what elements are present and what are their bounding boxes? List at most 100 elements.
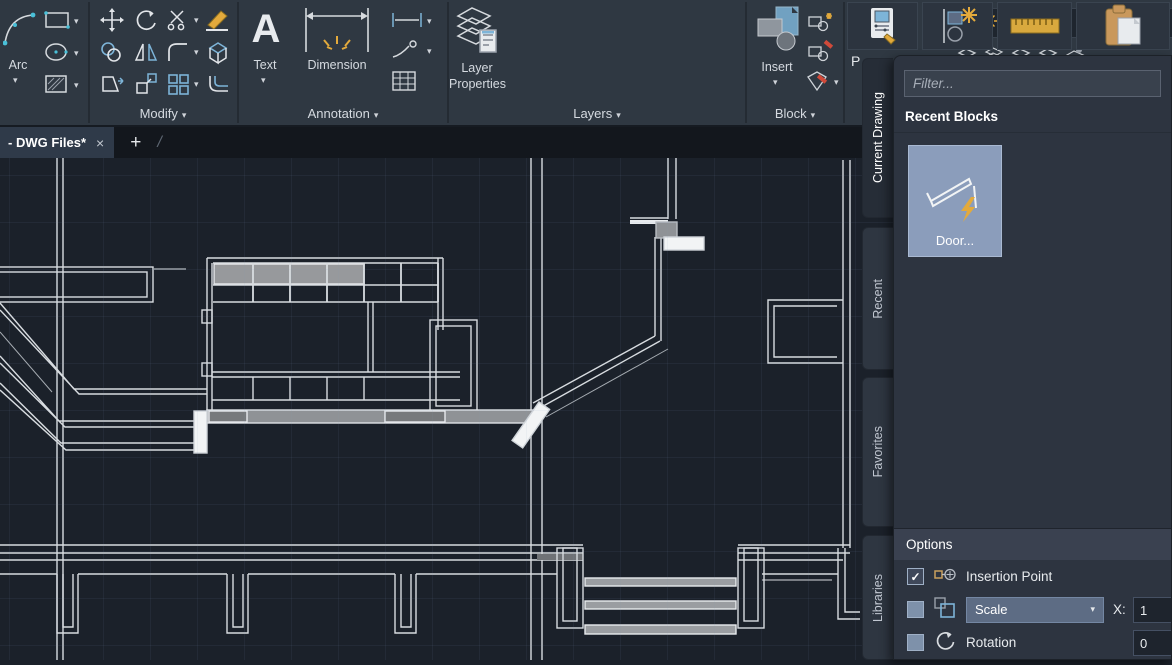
check-icon: ✓ <box>910 570 920 584</box>
scale-dropdown-caret-icon: ▾ <box>1090 605 1095 614</box>
array-caret-icon[interactable]: ▾ <box>194 80 199 89</box>
match-properties-button[interactable] <box>847 2 918 50</box>
scale-dropdown[interactable]: Scale ▾ <box>966 597 1104 623</box>
block-tile-door[interactable]: Door... <box>908 145 1002 257</box>
block-tools-caret-icon[interactable]: ▾ <box>834 78 839 87</box>
stretch-icon[interactable] <box>96 68 128 100</box>
insertion-point-row: ✓ Insertion Point <box>894 560 1171 593</box>
tab-bar-divider: / <box>157 127 161 158</box>
dimension-icon[interactable] <box>294 4 380 56</box>
close-icon[interactable]: × <box>96 135 104 151</box>
scale-option-icon <box>933 596 957 623</box>
scale-dropdown-value: Scale <box>975 602 1008 617</box>
svg-text:▾: ▾ <box>74 80 79 90</box>
text-label[interactable]: Text <box>239 58 291 72</box>
insert-caret-icon[interactable]: ▾ <box>773 78 778 87</box>
measure-button[interactable] <box>997 2 1072 50</box>
palette-tab-recent[interactable]: Recent <box>862 227 893 370</box>
block-caret-icon: ▾ <box>811 110 816 120</box>
match-properties-icon <box>863 6 903 46</box>
insert-label[interactable]: Insert <box>747 60 807 74</box>
scale-icon[interactable] <box>130 68 162 100</box>
layers-caret-icon: ▾ <box>616 110 621 120</box>
arc-label[interactable]: Arc <box>0 58 36 72</box>
text-caret-icon[interactable]: ▾ <box>261 76 266 85</box>
fillet-icon[interactable] <box>164 36 192 68</box>
rotation-icon <box>933 629 957 656</box>
block-tile-list: Door... <box>894 133 1171 528</box>
layers-panel-label[interactable]: Layers▾ <box>449 106 745 121</box>
scale-checkbox[interactable] <box>907 601 924 618</box>
svg-text:▾: ▾ <box>74 48 79 58</box>
ruler-icon <box>1009 15 1061 37</box>
plus-icon: + <box>130 132 141 154</box>
arc-icon[interactable] <box>2 6 38 52</box>
insertion-point-label: Insertion Point <box>966 569 1052 584</box>
modify-panel-label[interactable]: Modify▾ <box>90 106 236 121</box>
layer-properties-icon[interactable] <box>453 4 501 58</box>
hatch-tool-icon[interactable]: ▾ <box>42 72 84 96</box>
clipboard-icon <box>1102 4 1144 48</box>
palette-tab-strip: Current Drawing Recent Favorites Librari… <box>862 55 893 660</box>
properties-panel-partial-label: P <box>851 53 860 69</box>
x-label: X: <box>1113 602 1126 617</box>
copy-icon[interactable] <box>96 36 128 68</box>
ellipse-tool-icon[interactable]: ▾ <box>42 40 84 64</box>
edit-attribute-icon[interactable] <box>805 68 831 94</box>
insertion-point-icon <box>933 564 957 589</box>
rotation-label: Rotation <box>966 635 1016 650</box>
rotate-icon[interactable] <box>130 4 162 36</box>
explode-icon[interactable] <box>202 36 234 68</box>
trim-caret-icon[interactable]: ▾ <box>194 16 199 25</box>
recent-blocks-header: Recent Blocks <box>894 103 1171 133</box>
annotation-panel-label[interactable]: Annotation▾ <box>239 106 447 121</box>
insert-block-icon[interactable] <box>755 4 801 58</box>
move-icon[interactable] <box>96 4 128 36</box>
svg-text:▾: ▾ <box>427 46 432 56</box>
modify-caret-icon: ▾ <box>182 110 187 120</box>
palette-tab-current-drawing[interactable]: Current Drawing <box>862 58 893 218</box>
palette-tab-libraries[interactable]: Libraries <box>862 535 893 660</box>
rotation-row: Rotation <box>894 626 1171 659</box>
document-tab-dwg-files[interactable]: - DWG Files* × <box>0 127 114 158</box>
leader-icon[interactable]: ▾ <box>387 38 439 62</box>
dimension-label[interactable]: Dimension <box>289 58 385 72</box>
offset-icon[interactable] <box>202 68 234 100</box>
scale-row: Scale ▾ X: <box>894 593 1171 626</box>
array-icon[interactable] <box>164 68 192 100</box>
layer-properties-label[interactable]: Layer Properties <box>449 60 505 93</box>
table-icon[interactable] <box>387 68 421 94</box>
ribbon-panel-annotation: A Text ▾ Dimension ▾ ▾ Annotation▾ <box>239 0 447 125</box>
document-tab-title: - DWG Files* <box>8 135 86 150</box>
paste-button[interactable] <box>1076 2 1170 50</box>
trim-icon[interactable] <box>164 4 192 36</box>
block-panel-label[interactable]: Block▾ <box>747 106 843 121</box>
insert-gallery-button[interactable] <box>922 2 993 50</box>
blocks-palette: Current Drawing Recent Favorites Librari… <box>862 55 1172 660</box>
ribbon-panel-draw: Arc ▾ ▾ ▾ ▾ <box>0 0 88 125</box>
insert-gallery-icon <box>936 5 980 47</box>
rotation-checkbox[interactable] <box>907 634 924 651</box>
arc-caret-icon[interactable]: ▾ <box>13 76 18 85</box>
insertion-point-checkbox[interactable]: ✓ <box>907 568 924 585</box>
rotation-input[interactable] <box>1133 630 1172 656</box>
create-block-icon[interactable] <box>805 8 837 34</box>
mirror-icon[interactable] <box>130 36 162 68</box>
panel-separator <box>843 2 845 123</box>
edit-block-icon[interactable] <box>805 38 837 64</box>
new-tab-button[interactable]: + <box>114 127 157 158</box>
ribbon-panel-layers: Layer Properties 0 ▾ Layers▾ <box>449 0 745 125</box>
rectangle-tool-icon[interactable]: ▾ <box>42 8 84 32</box>
text-icon[interactable]: A <box>245 4 287 54</box>
ribbon-panel-block: Insert ▾ ▾ Block▾ <box>747 0 843 125</box>
options-header[interactable]: Options <box>894 528 1171 560</box>
filter-input[interactable] <box>904 70 1161 97</box>
annotation-caret-icon: ▾ <box>374 110 379 120</box>
dim-linear-icon[interactable]: ▾ <box>387 8 439 32</box>
svg-text:▾: ▾ <box>427 16 432 26</box>
scale-x-input[interactable] <box>1133 597 1172 623</box>
erase-icon[interactable] <box>202 4 234 36</box>
palette-tab-favorites[interactable]: Favorites <box>862 377 893 527</box>
fillet-caret-icon[interactable]: ▾ <box>194 48 199 57</box>
svg-text:▾: ▾ <box>74 16 79 26</box>
